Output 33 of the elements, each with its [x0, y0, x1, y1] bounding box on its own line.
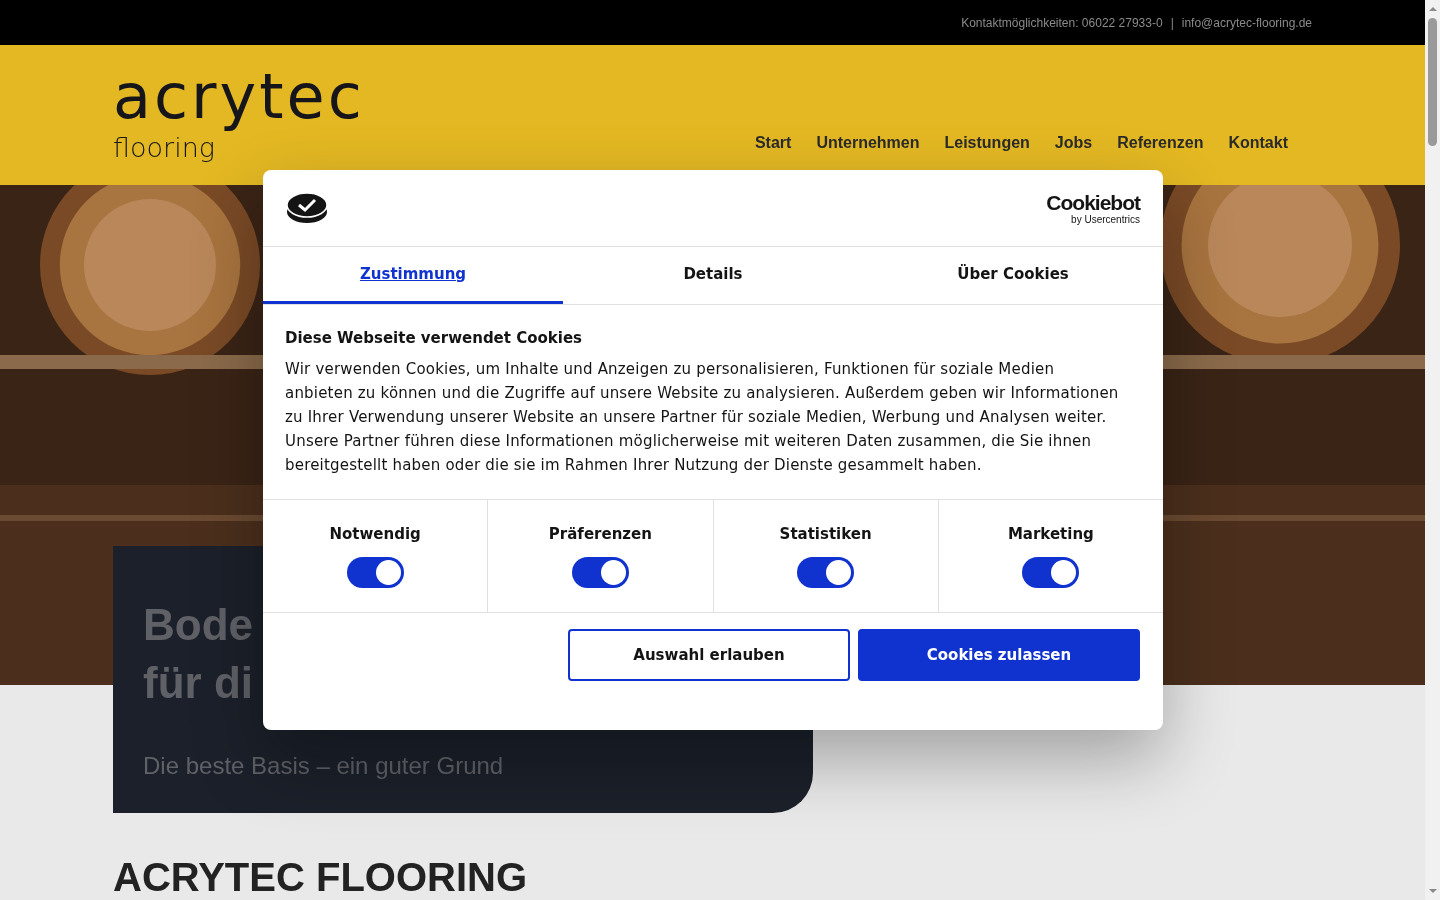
nav-link[interactable]: Leistungen: [944, 134, 1030, 152]
nav-link[interactable]: Kontakt: [1228, 134, 1288, 152]
scroll-up-icon[interactable]: [1427, 4, 1438, 14]
dialog-text: Wir verwenden Cookies, um Inhalte und Anzeigen zu personalisieren, Funktionen für soziale Medien anbieten zu können und die Zugriffe auf unsere Website zu analysieren. Außerdem geben wir Informationen zu Ihrer Verwendung unserer Website an unsere Partner für soziale Medien, Werbung und Analysen weiter. Unsere Partner führen diese Informationen möglicherweise mit weiteren Daten zusammen, die Sie ihnen bereitgestellt haben oder die sie im Rahmen Ihrer Nutzung der Dienste gesammelt haben.: [285, 359, 1120, 476]
nav-link[interactable]: Unternehmen: [816, 134, 920, 152]
accept-button[interactable]: Cookies zulassen: [858, 629, 1140, 681]
category-label: Marketing: [1007, 525, 1094, 543]
hero-subline: Die beste Basis – ein guter Grund: [143, 752, 505, 780]
cookie-check-icon: [286, 192, 328, 224]
dialog-tab[interactable]: Zustimmung: [263, 247, 563, 304]
toggle-switch[interactable]: [571, 557, 629, 588]
contact-text: Kontaktmöglichkeiten: 06022 27933-0: [961, 15, 1163, 30]
category-label: Präferenzen: [548, 525, 652, 543]
toggle-switch[interactable]: [346, 557, 404, 588]
toggle-switch[interactable]: [1022, 557, 1080, 588]
email-link[interactable]: info@acrytec-flooring.de: [1181, 15, 1312, 30]
logo-subtitle: flooring: [113, 133, 216, 164]
brand-subtitle: by Usercentrics: [1071, 213, 1140, 225]
dialog-title: Diese Webseite verwendet Cookies: [285, 329, 584, 347]
logo-wordmark[interactable]: acrytec: [113, 61, 365, 134]
toggle-switch[interactable]: [797, 557, 855, 588]
separator-text: |: [1170, 15, 1174, 30]
scrollbar[interactable]: [1425, 0, 1440, 900]
category-label: Notwendig: [329, 525, 421, 543]
nav-link[interactable]: Referenzen: [1117, 134, 1204, 152]
section-heading: ACRYTEC FLOORING: [113, 855, 529, 900]
nav-link[interactable]: Start: [754, 134, 792, 152]
scroll-down-icon[interactable]: [1427, 886, 1438, 896]
brand-logo: Cookiebot: [1046, 191, 1140, 214]
nav-link[interactable]: Jobs: [1054, 134, 1093, 152]
scrollbar-thumb[interactable]: [1428, 18, 1437, 146]
allow-selection-button[interactable]: Auswahl erlauben: [568, 629, 850, 681]
category-label: Statistiken: [779, 525, 872, 543]
